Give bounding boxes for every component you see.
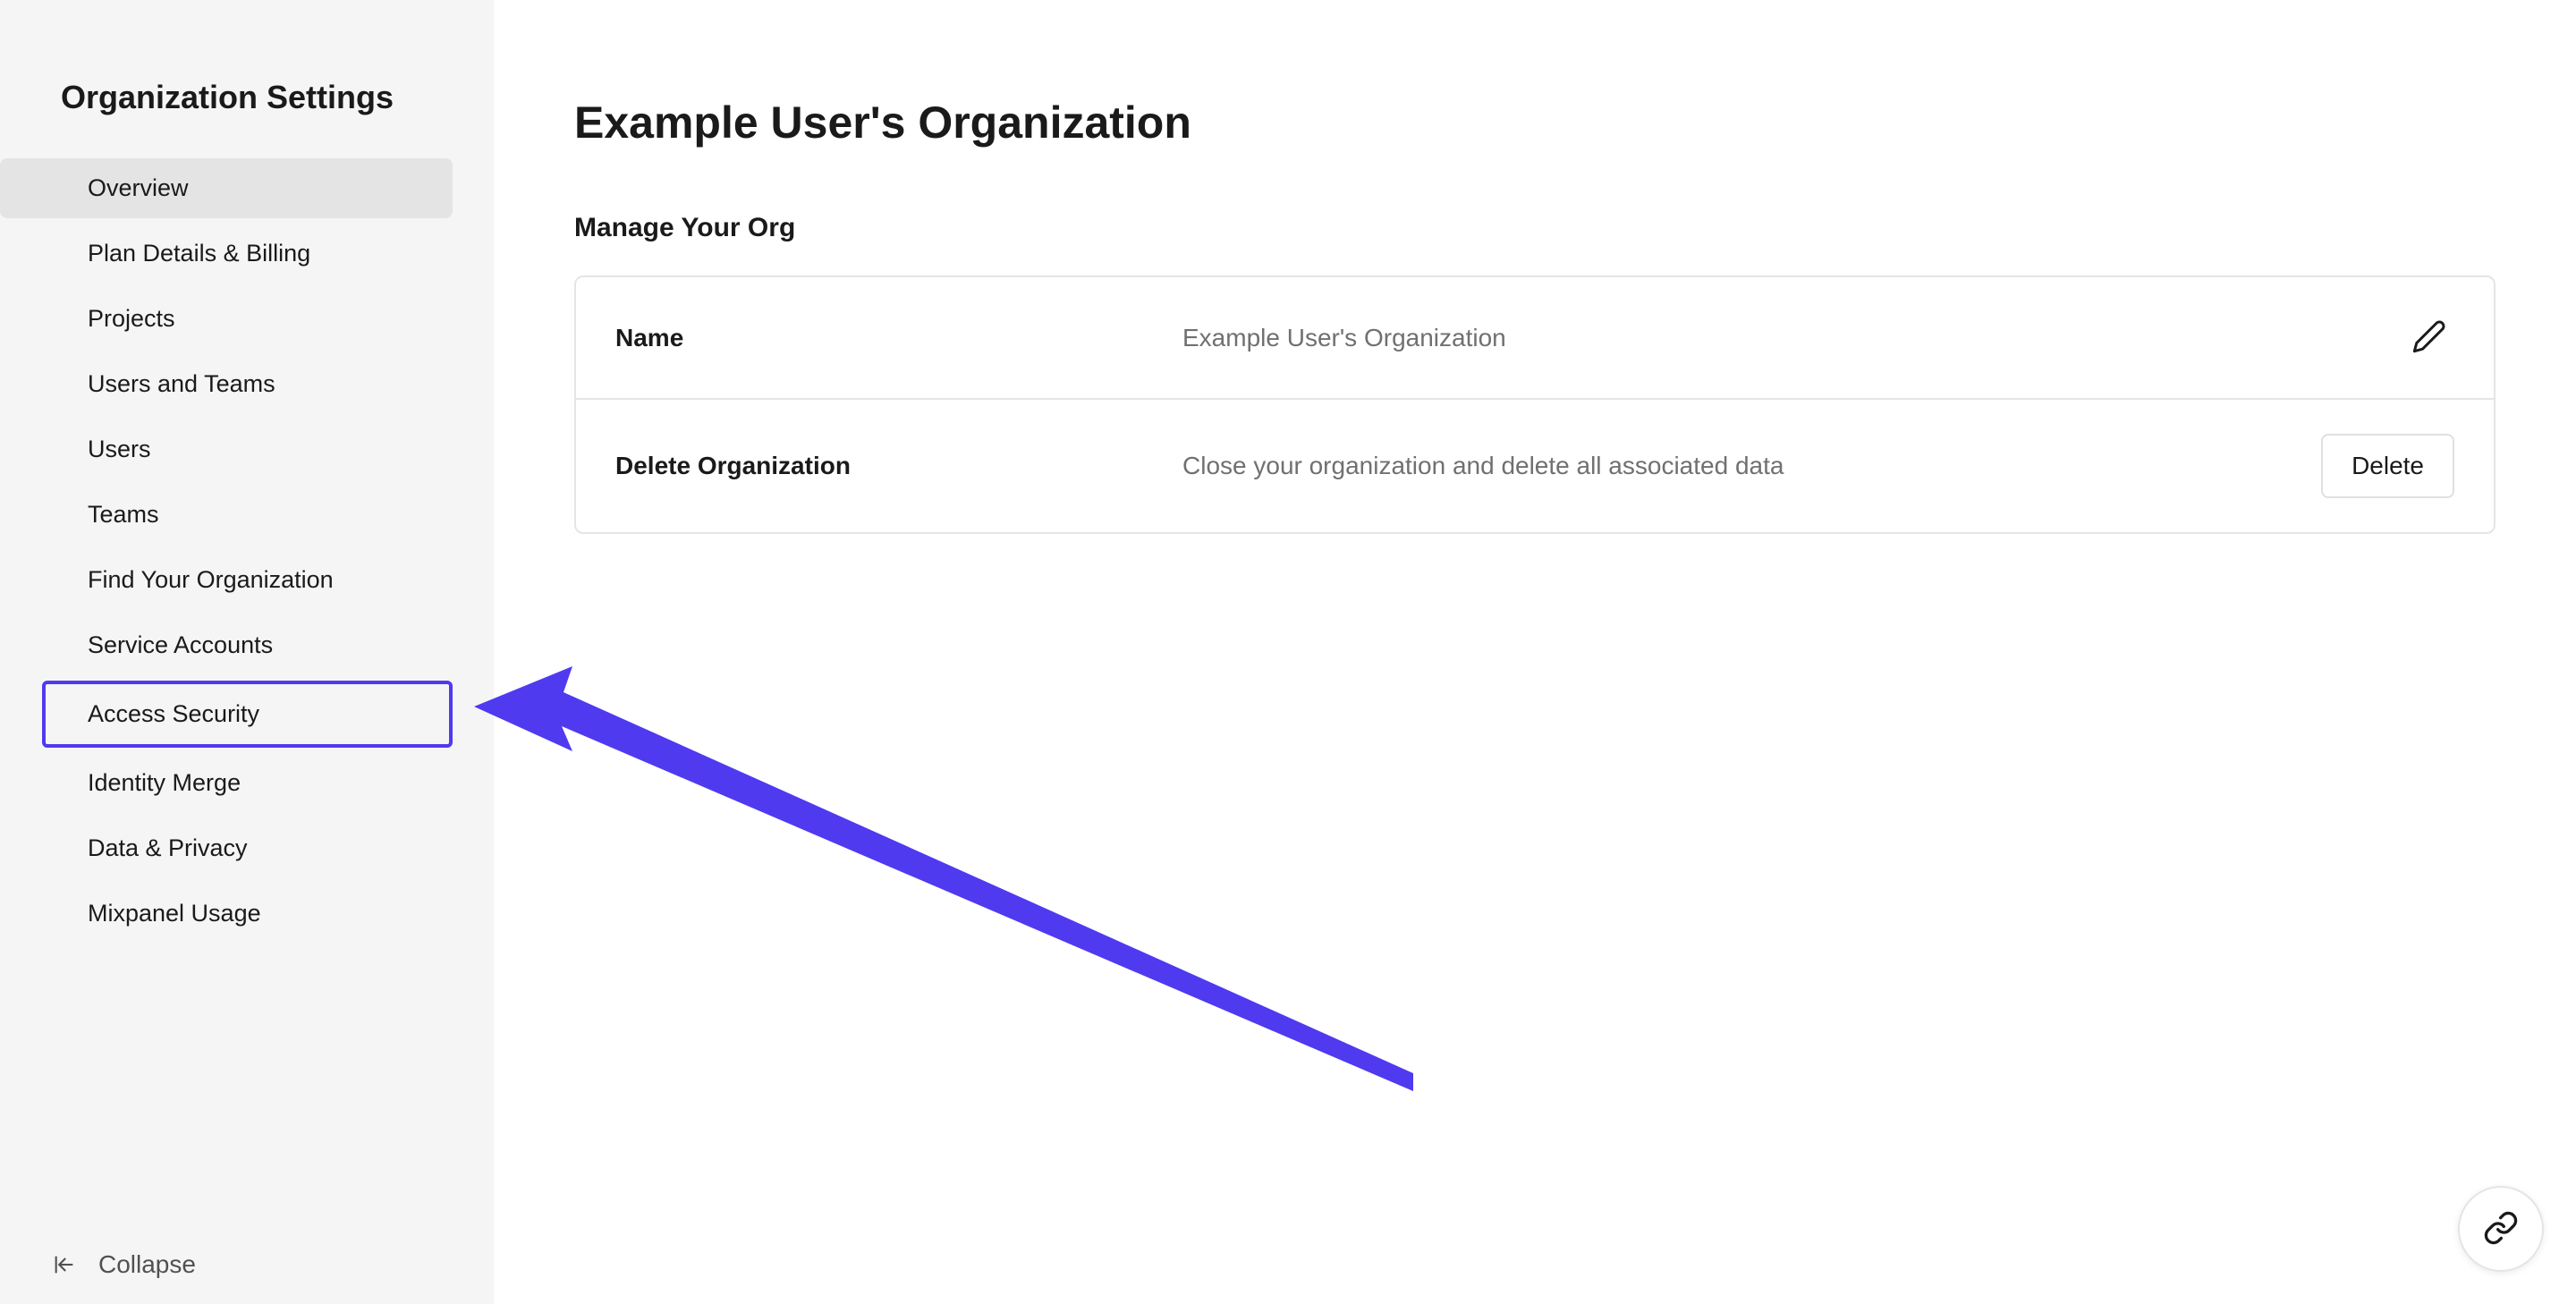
sidebar-item-teams[interactable]: Teams [0,485,453,545]
delete-action: Delete [2321,434,2454,498]
sidebar-item-label: Projects [88,305,175,332]
sidebar-item-projects[interactable]: Projects [0,289,453,349]
collapse-button[interactable]: Collapse [0,1225,494,1304]
sidebar-item-identity-merge[interactable]: Identity Merge [0,753,453,813]
sidebar-item-data-privacy[interactable]: Data & Privacy [0,818,453,878]
sidebar-item-label: Users [88,436,151,462]
sidebar-item-label: Overview [88,174,189,201]
sidebar-item-label: Plan Details & Billing [88,240,310,267]
collapse-label: Collapse [98,1250,196,1279]
collapse-icon [52,1252,77,1277]
delete-row: Delete Organization Close your organizat… [576,400,2494,532]
name-action [2404,311,2454,364]
sidebar-item-mixpanel-usage[interactable]: Mixpanel Usage [0,884,453,944]
sidebar-item-label: Identity Merge [88,769,241,796]
manage-org-panel: Name Example User's Organization Delete … [574,275,2496,534]
sidebar-item-find-org[interactable]: Find Your Organization [0,550,453,610]
name-row: Name Example User's Organization [576,277,2494,400]
sidebar-item-plan-billing[interactable]: Plan Details & Billing [0,224,453,284]
section-title: Manage Your Org [574,213,2496,243]
sidebar-item-label: Users and Teams [88,370,275,397]
sidebar-item-users[interactable]: Users [0,419,453,479]
main-content: Example User's Organization Manage Your … [494,0,2576,1304]
name-value: Example User's Organization [1182,324,2404,352]
sidebar-item-access-security[interactable]: Access Security [42,681,453,748]
edit-name-button[interactable] [2404,311,2454,364]
sidebar-item-label: Teams [88,501,159,528]
sidebar-item-users-teams[interactable]: Users and Teams [0,354,453,414]
sidebar-item-label: Data & Privacy [88,834,248,861]
name-label: Name [615,324,1182,352]
link-fab-button[interactable] [2458,1186,2544,1272]
sidebar-title: Organization Settings [0,0,494,156]
sidebar-item-service-accounts[interactable]: Service Accounts [0,615,453,675]
sidebar-item-label: Service Accounts [88,631,273,658]
delete-button[interactable]: Delete [2321,434,2454,498]
sidebar-item-label: Find Your Organization [88,566,334,593]
link-icon [2483,1210,2519,1249]
sidebar-item-label: Access Security [88,700,259,727]
sidebar-nav: Overview Plan Details & Billing Projects… [0,156,494,946]
sidebar-item-overview[interactable]: Overview [0,158,453,218]
sidebar: Organization Settings Overview Plan Deta… [0,0,494,1304]
sidebar-item-label: Mixpanel Usage [88,900,261,927]
pencil-icon [2411,318,2447,357]
delete-label: Delete Organization [615,452,1182,480]
delete-description: Close your organization and delete all a… [1182,452,2321,480]
page-title: Example User's Organization [574,97,2496,148]
